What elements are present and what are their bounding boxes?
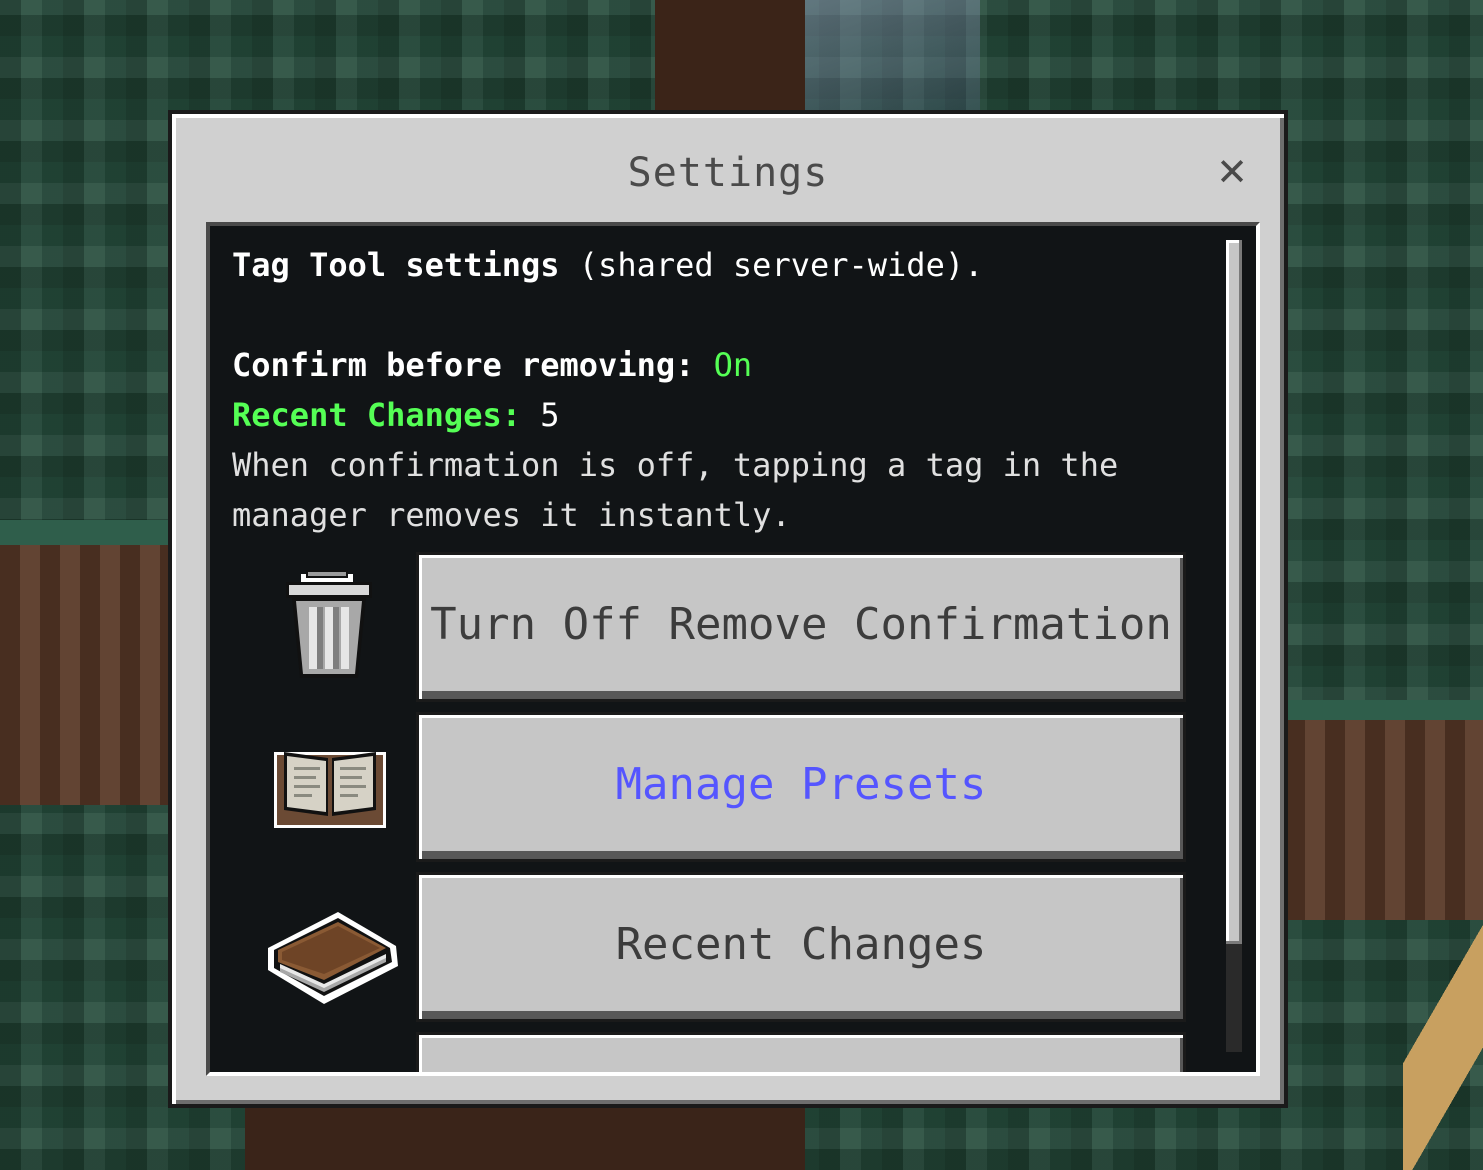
closed-book-icon: [254, 872, 404, 1022]
manage-presets-button[interactable]: Manage Presets: [416, 712, 1186, 862]
recent-label: Recent Changes:: [232, 396, 521, 434]
recent-value: 5: [540, 396, 560, 434]
confirm-value: On: [713, 346, 753, 384]
more-option-button[interactable]: [416, 1032, 1186, 1072]
settings-heading: Tag Tool settings (shared server-wide).: [232, 240, 1222, 290]
background-dirt: [1285, 720, 1483, 920]
background-dirt: [0, 545, 170, 805]
turn-off-confirmation-button[interactable]: Turn Off Remove Confirmation: [416, 552, 1186, 702]
option-row: Manage Presets: [210, 712, 1210, 862]
dialog-title: Settings: [627, 150, 829, 196]
description-line: When confirmation is off, tapping a tag …: [232, 446, 1119, 484]
held-tool: [1403, 900, 1483, 1170]
recent-changes-button[interactable]: Recent Changes: [416, 872, 1186, 1022]
background-tree-trunk: [655, 0, 805, 110]
open-book-icon: [254, 712, 404, 862]
background-tree-trunk: [245, 1100, 805, 1170]
option-row: [210, 1032, 1210, 1072]
scroll-panel[interactable]: Tag Tool settings (shared server-wide). …: [206, 222, 1260, 1076]
recent-status: Recent Changes: 5: [232, 390, 1222, 440]
option-row: Turn Off Remove Confirmation: [210, 552, 1210, 702]
scrollbar-thumb[interactable]: [1226, 240, 1242, 944]
settings-content: Tag Tool settings (shared server-wide). …: [232, 240, 1222, 540]
scrollbar-track[interactable]: [1226, 240, 1242, 1052]
trash-can-icon: [254, 552, 404, 702]
settings-dialog: Settings ✕ Tag Tool settings (shared ser…: [168, 110, 1288, 1108]
close-button[interactable]: ✕: [1212, 152, 1252, 192]
option-row: Recent Changes: [210, 872, 1210, 1022]
description-line: manager removes it instantly.: [232, 496, 791, 534]
confirm-label: Confirm before removing:: [232, 346, 695, 384]
confirm-status: Confirm before removing: On: [232, 340, 1222, 390]
heading-bold: Tag Tool settings: [232, 246, 560, 284]
heading-rest: (shared server-wide).: [559, 246, 984, 284]
